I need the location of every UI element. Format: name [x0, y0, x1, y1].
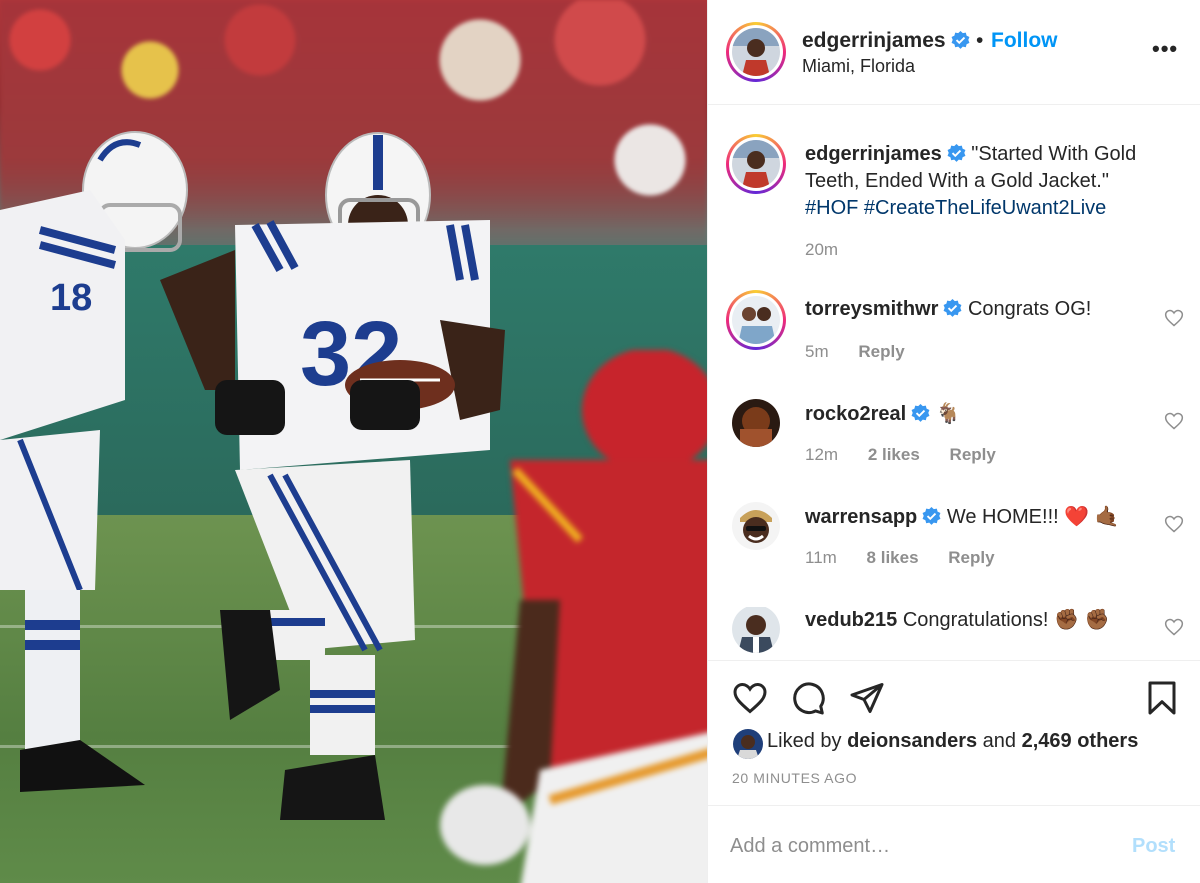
caption-author-avatar[interactable] — [726, 134, 786, 194]
post-comment-button[interactable]: Post — [1132, 835, 1175, 858]
verified-badge-icon — [943, 299, 962, 317]
comment-icon[interactable] — [790, 680, 826, 716]
comment-username[interactable]: rocko2real — [805, 403, 906, 425]
reply-button[interactable]: Reply — [858, 342, 904, 361]
photo-player-defender — [420, 350, 707, 883]
bookmark-icon[interactable] — [1144, 680, 1180, 716]
comment-item: vedub215 Congratulations! ✊🏾 ✊🏾 — [708, 607, 1200, 660]
post-location[interactable]: Miami, Florida — [802, 56, 915, 77]
post-timestamp[interactable]: 20 MINUTES AGO — [732, 770, 857, 786]
comment-text-line: rocko2real 🐐 — [805, 401, 961, 426]
likes-others-link[interactable]: 2,469 others — [1022, 730, 1139, 752]
commenter-avatar[interactable] — [732, 502, 780, 550]
post-caption: edgerrinjames "Started With Gold Teeth, … — [805, 141, 1185, 222]
comment-text-line: vedub215 Congratulations! ✊🏾 ✊🏾 — [805, 607, 1109, 632]
post-side-panel: edgerrinjames • Follow Miami, Florida ••… — [707, 0, 1200, 883]
comment-username[interactable]: torreysmithwr — [805, 298, 938, 320]
comment-username[interactable]: warrensapp — [805, 506, 917, 528]
comment-text-line: torreysmithwr Congrats OG! — [805, 298, 1091, 321]
comment-input[interactable] — [730, 828, 1110, 864]
commenter-avatar[interactable] — [732, 399, 780, 447]
heart-icon[interactable] — [732, 680, 768, 716]
comment-likes-count[interactable]: 8 likes — [867, 548, 919, 567]
comment-likes-count[interactable]: 2 likes — [868, 445, 920, 464]
comment-body: We HOME!!! ❤️ 🤙🏾 — [946, 506, 1120, 528]
comment-like-heart-icon[interactable] — [1164, 514, 1184, 534]
post-photo[interactable]: 18 32 — [0, 0, 707, 883]
svg-text:18: 18 — [50, 277, 92, 319]
reply-button[interactable]: Reply — [950, 445, 996, 464]
comment-body: Congratulations! ✊🏾 ✊🏾 — [902, 609, 1110, 631]
commenter-avatar[interactable] — [726, 290, 786, 350]
verified-badge-icon — [911, 404, 930, 422]
author-avatar[interactable] — [726, 22, 786, 82]
caption-timestamp: 20m — [805, 240, 839, 259]
comment-time: 5m — [805, 342, 829, 361]
likes-text: Liked by deionsanders and 2,469 others — [767, 730, 1138, 753]
comment-time: 11m — [805, 548, 837, 567]
comment-meta: 5m Reply — [805, 342, 930, 362]
liker-username[interactable]: deionsanders — [847, 730, 977, 752]
verified-badge-icon — [922, 507, 941, 525]
comment-item: warrensapp We HOME!!! ❤️ 🤙🏾 11m 8 likes … — [708, 502, 1200, 607]
share-icon[interactable] — [849, 680, 885, 716]
caption-username[interactable]: edgerrinjames — [805, 143, 942, 165]
comment-meta: 12m 2 likes Reply — [805, 445, 1021, 465]
follow-button[interactable]: Follow — [991, 29, 1058, 53]
post-actions: Liked by deionsanders and 2,469 others 2… — [708, 660, 1200, 805]
comment-like-heart-icon[interactable] — [1164, 308, 1184, 328]
comment-body: 🐐 — [935, 403, 961, 425]
reply-button[interactable]: Reply — [948, 548, 994, 567]
likes-prefix: Liked by — [767, 730, 842, 752]
post-header: edgerrinjames • Follow Miami, Florida ••… — [708, 0, 1200, 105]
more-options-icon[interactable]: ••• — [1152, 36, 1178, 62]
comment-composer: Post — [708, 805, 1200, 883]
comment-meta: 11m 8 likes Reply — [805, 548, 1020, 568]
comment-item: torreysmithwr Congrats OG! 5m Reply — [708, 290, 1200, 401]
likes-joiner: and — [982, 730, 1017, 752]
comment-body: Congrats OG! — [967, 298, 1092, 320]
hashtag-link[interactable]: #HOF — [805, 197, 858, 219]
comment-like-heart-icon[interactable] — [1164, 617, 1184, 637]
comment-text-line: warrensapp We HOME!!! ❤️ 🤙🏾 — [805, 504, 1120, 529]
header-separator-dot: • — [976, 29, 984, 52]
commenter-avatar[interactable] — [732, 607, 780, 653]
comment-time: 12m — [805, 445, 839, 464]
comment-username[interactable]: vedub215 — [805, 609, 897, 631]
liker-avatar[interactable] — [733, 729, 763, 759]
comment-item: rocko2real 🐐 12m 2 likes Reply — [708, 399, 1200, 504]
hashtag-link[interactable]: #CreateTheLifeUwant2Live — [864, 197, 1106, 219]
comment-like-heart-icon[interactable] — [1164, 411, 1184, 431]
author-username[interactable]: edgerrinjames — [802, 29, 970, 53]
verified-badge-icon — [947, 144, 966, 162]
verified-badge-icon — [951, 31, 970, 49]
